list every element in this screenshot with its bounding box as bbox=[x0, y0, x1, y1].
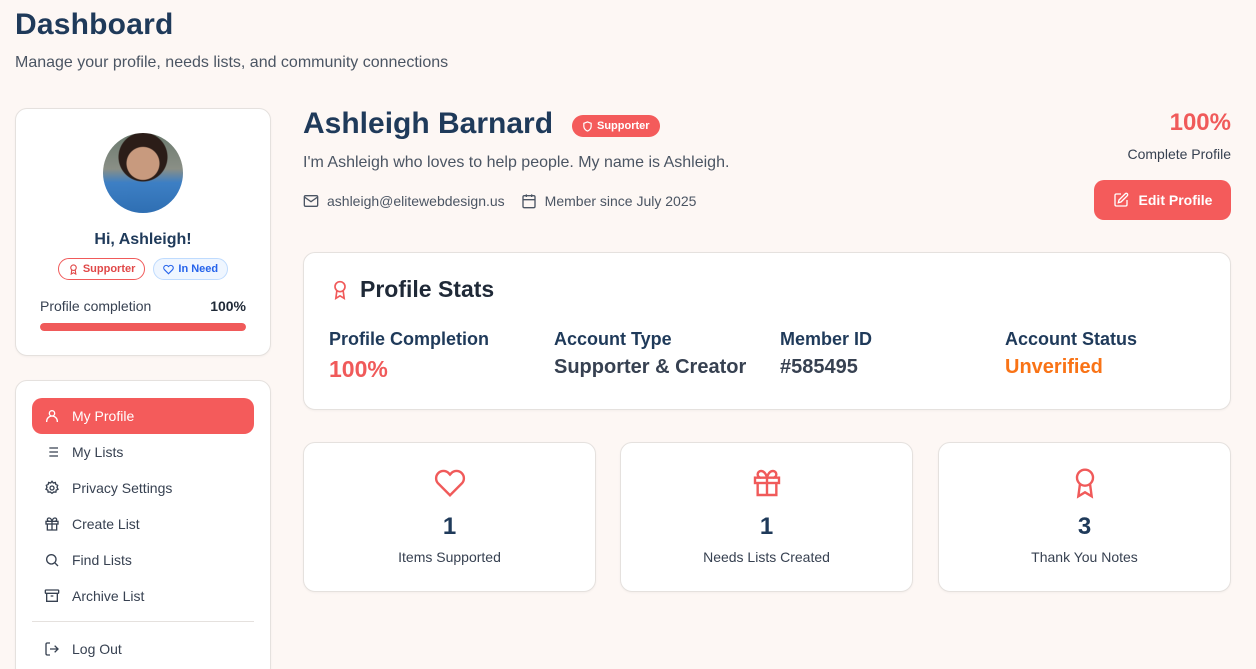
role-badge: Supporter bbox=[572, 115, 660, 137]
profile-summary-card: Hi, Ashleigh! Supporter In Need Profile … bbox=[15, 108, 271, 356]
in-need-badge-label: In Need bbox=[178, 263, 219, 275]
stat-member-id: Member ID #585495 bbox=[780, 329, 872, 379]
stat-profile-completion: Profile Completion 100% bbox=[329, 329, 489, 383]
avatar[interactable] bbox=[103, 133, 183, 213]
completion-row: Profile completion 100% bbox=[40, 298, 246, 314]
edit-profile-button[interactable]: Edit Profile bbox=[1094, 180, 1231, 220]
greeting: Hi, Ashleigh! bbox=[94, 231, 192, 248]
items-supported-card: 1 Items Supported bbox=[303, 442, 596, 592]
sidebar-item-label: Archive List bbox=[72, 588, 145, 604]
profile-meta: ashleigh@elitewebdesign.us Member since … bbox=[303, 193, 696, 209]
sidebar-item-label: Create List bbox=[72, 516, 140, 532]
sidebar-item-label: Find Lists bbox=[72, 552, 132, 568]
search-icon bbox=[46, 554, 59, 567]
list-icon bbox=[46, 447, 58, 457]
member-since-item: Member since July 2025 bbox=[521, 193, 697, 209]
logout-icon bbox=[45, 642, 59, 656]
stat-label: Profile Completion bbox=[329, 329, 490, 349]
thank-you-notes-label: Thank You Notes bbox=[1031, 549, 1138, 565]
completion-label: Profile completion bbox=[40, 298, 152, 314]
completion-progress-bar bbox=[40, 323, 246, 331]
supporter-badge-label: Supporter bbox=[82, 263, 136, 275]
page-subtitle: Manage your profile, needs lists, and co… bbox=[15, 54, 449, 71]
member-since-text: Member since July 2025 bbox=[544, 193, 697, 209]
logout-button[interactable]: Log Out bbox=[32, 631, 254, 667]
mail-icon bbox=[303, 195, 319, 207]
profile-stats-card: Profile Stats Profile Completion 100% Ac… bbox=[303, 252, 1231, 410]
sidebar-nav: My Profile My Lists Privacy Settings Cre… bbox=[15, 380, 271, 669]
stat-value: Supporter & Creator bbox=[554, 356, 747, 378]
gear-icon bbox=[45, 480, 59, 495]
items-supported-label: Items Supported bbox=[398, 549, 501, 565]
needs-lists-count: 1 bbox=[759, 513, 774, 540]
award-icon bbox=[70, 263, 77, 275]
nav-divider bbox=[32, 621, 254, 622]
archive-icon bbox=[44, 589, 60, 602]
edit-icon bbox=[1113, 192, 1128, 207]
sidebar-item-label: Privacy Settings bbox=[72, 480, 173, 496]
logout-label: Log Out bbox=[72, 641, 122, 657]
profile-name: Ashleigh Barnard bbox=[303, 107, 554, 140]
sidebar-item-privacy-settings[interactable]: Privacy Settings bbox=[32, 470, 254, 506]
edit-profile-label: Edit Profile bbox=[1138, 192, 1213, 208]
sidebar-item-my-profile[interactable]: My Profile bbox=[32, 398, 254, 434]
calendar-icon bbox=[522, 194, 536, 209]
role-badges: Supporter In Need bbox=[16, 258, 270, 280]
user-icon bbox=[46, 410, 58, 422]
award-icon bbox=[334, 280, 346, 300]
supporter-badge: Supporter bbox=[57, 258, 146, 280]
stat-value: Unverified bbox=[1005, 356, 1103, 378]
thank-you-notes-count: 3 bbox=[1077, 513, 1092, 540]
shield-icon bbox=[583, 120, 592, 132]
thank-you-notes-card: 3 Thank You Notes bbox=[938, 442, 1231, 592]
stat-label: Account Status bbox=[1005, 329, 1138, 349]
sidebar-item-find-lists[interactable]: Find Lists bbox=[32, 542, 254, 578]
completion-progress-fill bbox=[40, 323, 246, 331]
stats-title-text: Profile Stats bbox=[360, 276, 495, 302]
gift-icon bbox=[753, 469, 780, 497]
profile-bio: I'm Ashleigh who loves to help people. M… bbox=[303, 154, 730, 171]
stat-label: Member ID bbox=[780, 329, 873, 349]
award-icon bbox=[1075, 468, 1094, 499]
needs-lists-label: Needs Lists Created bbox=[703, 549, 830, 565]
heart-icon bbox=[163, 264, 175, 274]
stat-value: #585495 bbox=[780, 356, 858, 378]
role-badge-label: Supporter bbox=[597, 120, 650, 132]
email-item: ashleigh@elitewebdesign.us bbox=[303, 193, 505, 209]
sidebar-item-label: My Profile bbox=[72, 408, 135, 424]
sidebar-item-archive-list[interactable]: Archive List bbox=[32, 578, 254, 614]
items-supported-count: 1 bbox=[442, 513, 457, 540]
gift-icon bbox=[45, 517, 59, 531]
in-need-badge: In Need bbox=[153, 258, 229, 280]
profile-complete-label: Complete Profile bbox=[1127, 146, 1232, 162]
stats-title: Profile Stats bbox=[330, 276, 494, 303]
sidebar-item-label: My Lists bbox=[72, 444, 124, 460]
page-title: Dashboard bbox=[15, 8, 174, 41]
heart-icon bbox=[434, 469, 465, 497]
stat-value: 100% bbox=[329, 356, 388, 382]
profile-complete-percent: 100% bbox=[1169, 109, 1231, 136]
stat-account-type: Account Type Supporter & Creator bbox=[554, 329, 746, 379]
sidebar-item-create-list[interactable]: Create List bbox=[32, 506, 254, 542]
stat-label: Account Type bbox=[554, 329, 672, 349]
stat-account-status: Account Status Unverified bbox=[1005, 329, 1137, 379]
sidebar-item-my-lists[interactable]: My Lists bbox=[32, 434, 254, 470]
completion-value: 100% bbox=[210, 298, 246, 314]
needs-lists-card: 1 Needs Lists Created bbox=[620, 442, 913, 592]
email-text: ashleigh@elitewebdesign.us bbox=[327, 193, 505, 209]
